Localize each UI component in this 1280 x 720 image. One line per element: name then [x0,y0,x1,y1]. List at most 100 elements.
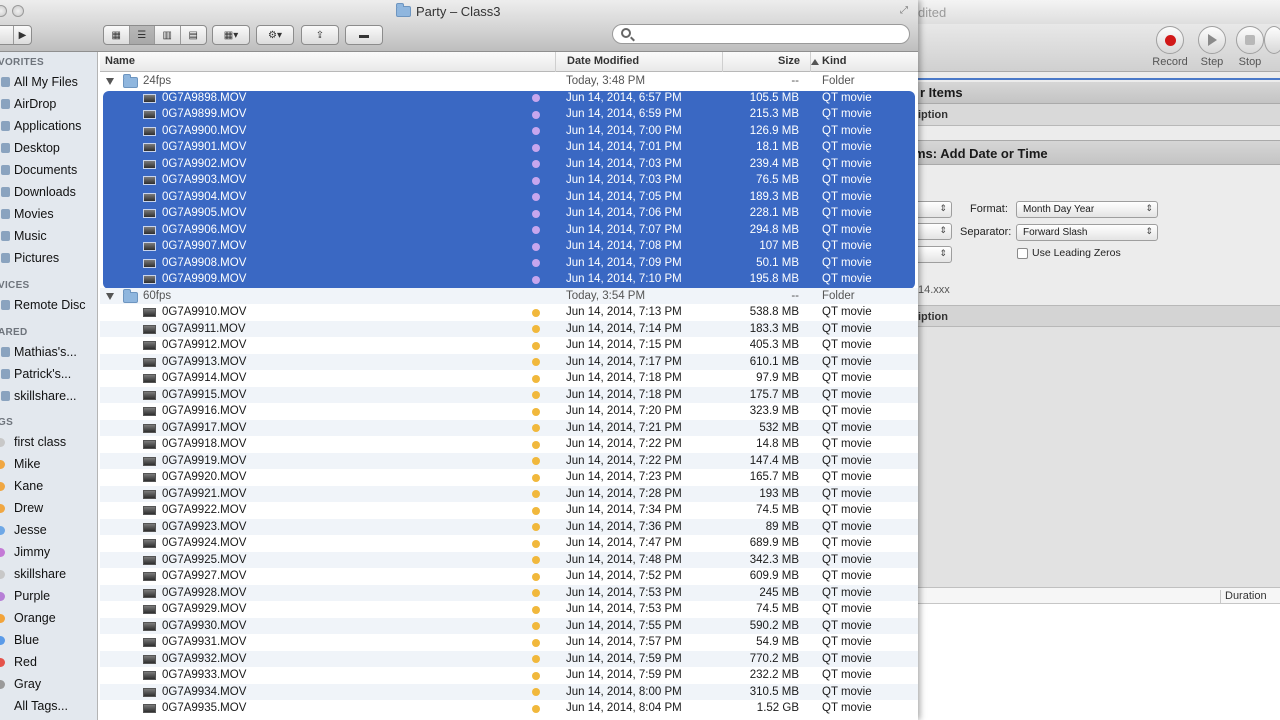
sidebar-item-desktop[interactable]: Desktop [0,138,97,158]
size-cell: 538.8 MB [749,306,799,318]
table-row[interactable]: 0G7A9912.MOV Jun 14, 2014, 7:15 PM 405.3 M… [100,337,918,354]
size-cell: 310.5 MB [749,685,799,698]
table-row[interactable]: 0G7A9934.MOV Jun 14, 2014, 8:00 PM 310.5 M… [100,683,918,700]
table-row[interactable]: 0G7A9910.MOV Jun 14, 2014, 7:13 PM 538.8 M… [100,304,918,321]
table-row[interactable]: 0G7A9908.MOV Jun 14, 2014, 7:09 PM 50.1 MB… [100,255,918,272]
arrange-button[interactable]: ▦▾ [212,25,250,45]
table-row[interactable]: 0G7A9904.MOV Jun 14, 2014, 7:05 PM 189.3 M… [100,189,918,206]
sidebar-item-all-my-files[interactable]: All My Files [0,72,97,92]
table-row[interactable]: 0G7A9931.MOV Jun 14, 2014, 7:57 PM 54.9 MB… [100,634,918,651]
table-row[interactable]: 0G7A9933.MOV Jun 14, 2014, 7:59 PM 232.2 M… [100,667,918,684]
table-row[interactable]: 0G7A9925.MOV Jun 14, 2014, 7:48 PM 342.3 M… [100,551,918,568]
table-row[interactable]: 0G7A9923.MOV Jun 14, 2014, 7:36 PM 89 MB QT… [100,518,918,535]
table-row[interactable]: 0G7A9922.MOV Jun 14, 2014, 7:34 PM 74.5 MB… [100,502,918,519]
table-row[interactable]: 0G7A9899.MOV Jun 14, 2014, 6:59 PM 215.3 M… [100,106,918,123]
tags-button[interactable]: ▬ [345,25,383,45]
back-icon[interactable] [0,26,15,44]
format-popup[interactable]: Month Day Year ⇕ [1016,201,1158,218]
list-view-icon[interactable]: ☰ [129,26,155,44]
table-row[interactable]: 0G7A9935.MOV Jun 14, 2014, 8:04 PM 1.52 GB… [100,700,918,717]
back-forward-control[interactable]: ▶ [0,25,32,45]
table-row[interactable]: 0G7A9906.MOV Jun 14, 2014, 7:07 PM 294.8 M… [100,222,918,239]
table-row[interactable]: 0G7A9919.MOV Jun 14, 2014, 7:22 PM 147.4 M… [100,452,918,469]
duration-column-header[interactable]: Duration [1220,590,1267,604]
record-button[interactable]: Record [1148,26,1192,68]
table-row[interactable]: 0G7A9914.MOV Jun 14, 2014, 7:18 PM 97.9 MB… [100,370,918,387]
sidebar-item-music[interactable]: Music [0,226,97,246]
table-row[interactable]: 0G7A9921.MOV Jun 14, 2014, 7:28 PM 193 MB Q… [100,485,918,502]
table-row[interactable]: 0G7A9928.MOV Jun 14, 2014, 7:53 PM 245 MB Q… [100,584,918,601]
sidebar-tag-item[interactable]: All Tags... [0,696,97,716]
table-row[interactable]: 0G7A9916.MOV Jun 14, 2014, 7:20 PM 323.9 M… [100,403,918,420]
fullscreen-icon[interactable]: ⤢ [900,5,912,17]
table-row[interactable]: 0G7A9913.MOV Jun 14, 2014, 7:17 PM 610.1 M… [100,353,918,370]
separator-popup[interactable]: Forward Slash ⇕ [1016,224,1158,241]
disclosure-triangle-icon[interactable] [106,78,114,85]
sidebar-tag-item[interactable]: Jesse [0,520,97,540]
extra-toolbar-button[interactable] [1264,26,1280,56]
table-row[interactable]: 0G7A9920.MOV Jun 14, 2014, 7:23 PM 165.7 M… [100,469,918,486]
sidebar-item-shared-patrick[interactable]: Patrick's... [0,364,97,384]
sidebar-item-remote-disc[interactable]: Remote Disc [0,295,97,315]
table-row[interactable]: 0G7A9907.MOV Jun 14, 2014, 7:08 PM 107 MB Q… [100,238,918,255]
table-row[interactable]: 0G7A9903.MOV Jun 14, 2014, 7:03 PM 76.5 MB… [100,172,918,189]
table-row[interactable]: 0G7A9927.MOV Jun 14, 2014, 7:52 PM 609.9 M… [100,568,918,585]
sidebar-tag-item[interactable]: Kane [0,476,97,496]
sidebar-item-airdrop[interactable]: AirDrop [0,94,97,114]
search-field[interactable] [612,24,910,44]
share-button[interactable]: ⇪ [301,25,339,45]
sidebar-tag-item[interactable]: Jimmy [0,542,97,562]
folder-row[interactable]: 60fps Today, 3:54 PM -- Folder [100,287,918,304]
sidebar-tag-item[interactable]: Purple [0,586,97,606]
table-row[interactable]: 0G7A9932.MOV Jun 14, 2014, 7:59 PM 770.2 M… [100,650,918,667]
sidebar-item-movies[interactable]: Movies [0,204,97,224]
close-window-button[interactable] [0,5,7,17]
sidebar-tag-item[interactable]: first class [0,432,97,452]
table-row[interactable]: 0G7A9930.MOV Jun 14, 2014, 7:55 PM 590.2 M… [100,617,918,634]
leading-zeros-checkbox[interactable] [1017,248,1028,259]
sidebar-tag-item[interactable]: Orange [0,608,97,628]
folder-row[interactable]: 24fps Today, 3:48 PM -- Folder [100,73,918,90]
table-row[interactable]: 0G7A9900.MOV Jun 14, 2014, 7:00 PM 126.9 M… [100,123,918,140]
sidebar-tag-item[interactable]: Red [0,652,97,672]
forward-icon[interactable]: ▶ [14,26,31,44]
table-row[interactable]: 0G7A9909.MOV Jun 14, 2014, 7:10 PM 195.8 M… [100,271,918,288]
table-row[interactable]: 0G7A9898.MOV Jun 14, 2014, 6:57 PM 105.5 M… [100,90,918,107]
sidebar-item-shared-skillshare[interactable]: skillshare... [0,386,97,406]
name-column-header[interactable]: Name [105,55,135,67]
sidebar-tag-item[interactable]: skillshare [0,564,97,584]
action-description-1[interactable]: iption [900,104,1280,126]
sidebar-item-applications[interactable]: Applications [0,116,97,136]
column-view-icon[interactable]: ▥ [155,26,181,44]
date-modified-column-header[interactable]: Date Modified [567,55,639,67]
table-row[interactable]: 0G7A9917.MOV Jun 14, 2014, 7:21 PM 532 MB Q… [100,419,918,436]
search-input[interactable] [637,27,901,41]
action-button[interactable]: ⚙▾ [256,25,294,45]
minimize-window-button[interactable] [12,5,24,17]
action-description-2[interactable]: iption [900,305,1280,327]
sidebar-item-documents[interactable]: Documents [0,160,97,180]
table-row[interactable]: 0G7A9901.MOV Jun 14, 2014, 7:01 PM 18.1 MB… [100,139,918,156]
sidebar-tag-item[interactable]: Gray [0,674,97,694]
sidebar-tag-item[interactable]: Blue [0,630,97,650]
sidebar-item-shared-mathias[interactable]: Mathias's... [0,342,97,362]
disclosure-triangle-icon[interactable] [106,292,114,300]
action-header-1[interactable]: r Items [900,82,1280,104]
table-row[interactable]: 0G7A9911.MOV Jun 14, 2014, 7:14 PM 183.3 M… [100,320,918,337]
table-row[interactable]: 0G7A9929.MOV Jun 14, 2014, 7:53 PM 74.5 MB… [100,601,918,618]
sidebar-item-pictures[interactable]: Pictures [0,248,97,268]
table-row[interactable]: 0G7A9918.MOV Jun 14, 2014, 7:22 PM 14.8 MB… [100,436,918,453]
cover-flow-icon[interactable]: ▤ [181,26,206,44]
sidebar-tag-item[interactable]: Mike [0,454,97,474]
sidebar-item-downloads[interactable]: Downloads [0,182,97,202]
icon-view-icon[interactable]: ▦ [104,26,130,44]
table-row[interactable]: 0G7A9915.MOV Jun 14, 2014, 7:18 PM 175.7 M… [100,386,918,403]
kind-column-header[interactable]: Kind [822,55,846,67]
table-row[interactable]: 0G7A9905.MOV Jun 14, 2014, 7:06 PM 228.1 M… [100,205,918,222]
size-column-header[interactable]: Size [778,55,800,67]
table-row[interactable]: 0G7A9924.MOV Jun 14, 2014, 7:47 PM 689.9 M… [100,535,918,552]
action-header-2[interactable]: ms: Add Date or Time [900,140,1280,165]
view-mode-control[interactable]: ▦ ☰ ▥ ▤ [103,25,207,45]
table-row[interactable]: 0G7A9902.MOV Jun 14, 2014, 7:03 PM 239.4 M… [100,156,918,173]
sidebar-tag-item[interactable]: Drew [0,498,97,518]
